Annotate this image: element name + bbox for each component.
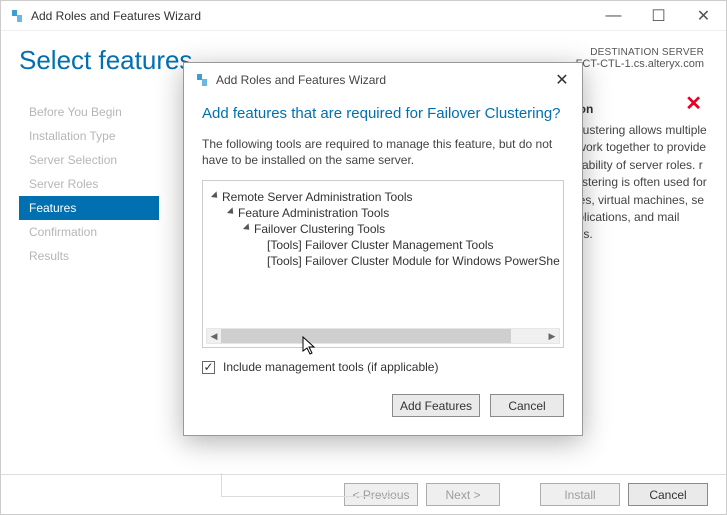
tree-leaf-mgmt-tools[interactable]: [Tools] Failover Cluster Management Tool… <box>209 237 557 253</box>
tree-node-rsat[interactable]: Remote Server Administration Tools <box>209 189 557 205</box>
sidebar-item-server-selection[interactable]: Server Selection <box>19 148 159 172</box>
tree-node-failover-tools[interactable]: Failover Clustering Tools <box>209 221 557 237</box>
titlebar: Add Roles and Features Wizard — ☐ ✕ <box>1 1 726 31</box>
caret-icon <box>211 192 220 201</box>
app-icon <box>9 8 25 24</box>
features-list-edge <box>221 473 401 497</box>
destination-label: DESTINATION SERVER <box>576 47 704 58</box>
error-icon[interactable]: ✕ <box>685 91 702 116</box>
dialog-close-button[interactable]: ✕ <box>548 69 576 91</box>
close-button[interactable]: ✕ <box>681 1 726 31</box>
sidebar-item-results[interactable]: Results <box>19 244 159 268</box>
dialog-subtext: The following tools are required to mana… <box>184 128 582 174</box>
scroll-left-icon[interactable]: ◀ <box>207 329 221 343</box>
tree-node-feature-admin[interactable]: Feature Administration Tools <box>209 205 557 221</box>
caret-icon <box>243 224 252 233</box>
required-features-dialog: Add Roles and Features Wizard ✕ Add feat… <box>183 62 583 436</box>
window-title: Add Roles and Features Wizard <box>31 9 591 23</box>
required-features-tree: Remote Server Administration Tools Featu… <box>202 180 564 348</box>
dialog-heading: Add features that are required for Failo… <box>184 93 582 128</box>
include-tools-checkbox[interactable]: ✓ <box>202 361 215 374</box>
sidebar-item-before-you-begin[interactable]: Before You Begin <box>19 100 159 124</box>
description-body: r Clustering allows multiple to work tog… <box>564 122 708 244</box>
dialog-buttons: Add Features Cancel <box>184 380 582 435</box>
include-tools-label: Include management tools (if applicable) <box>223 360 438 374</box>
wizard-sidebar: Before You Begin Installation Type Serve… <box>19 98 159 448</box>
add-features-button[interactable]: Add Features <box>392 394 480 417</box>
destination-value: FCT-CTL-1.cs.alteryx.com <box>576 58 704 70</box>
scroll-thumb[interactable] <box>221 329 511 343</box>
window-controls: — ☐ ✕ <box>591 1 726 31</box>
tree-label: Failover Clustering Tools <box>254 222 385 236</box>
install-button[interactable]: Install <box>540 483 620 506</box>
tree-label: Feature Administration Tools <box>238 206 389 220</box>
next-button[interactable]: Next > <box>426 483 500 506</box>
caret-icon <box>227 208 236 217</box>
sidebar-item-confirmation[interactable]: Confirmation <box>19 220 159 244</box>
dialog-app-icon <box>194 72 210 88</box>
sidebar-item-server-roles[interactable]: Server Roles <box>19 172 159 196</box>
include-tools-row: ✓ Include management tools (if applicabl… <box>184 350 582 380</box>
tree-label: Remote Server Administration Tools <box>222 190 413 204</box>
scroll-right-icon[interactable]: ▶ <box>545 329 559 343</box>
sidebar-item-installation-type[interactable]: Installation Type <box>19 124 159 148</box>
cancel-button[interactable]: Cancel <box>628 483 708 506</box>
destination-server-block: DESTINATION SERVER FCT-CTL-1.cs.alteryx.… <box>576 47 704 70</box>
horizontal-scrollbar[interactable]: ◀ ▶ <box>206 328 560 344</box>
tree-leaf-powershell-module[interactable]: [Tools] Failover Cluster Module for Wind… <box>209 253 557 269</box>
sidebar-item-features[interactable]: Features <box>19 196 159 220</box>
page-title: Select features <box>19 45 192 76</box>
maximize-button[interactable]: ☐ <box>636 1 681 31</box>
minimize-button[interactable]: — <box>591 1 636 31</box>
dialog-cancel-button[interactable]: Cancel <box>490 394 564 417</box>
dialog-title: Add Roles and Features Wizard <box>216 73 548 87</box>
dialog-titlebar: Add Roles and Features Wizard ✕ <box>184 63 582 93</box>
